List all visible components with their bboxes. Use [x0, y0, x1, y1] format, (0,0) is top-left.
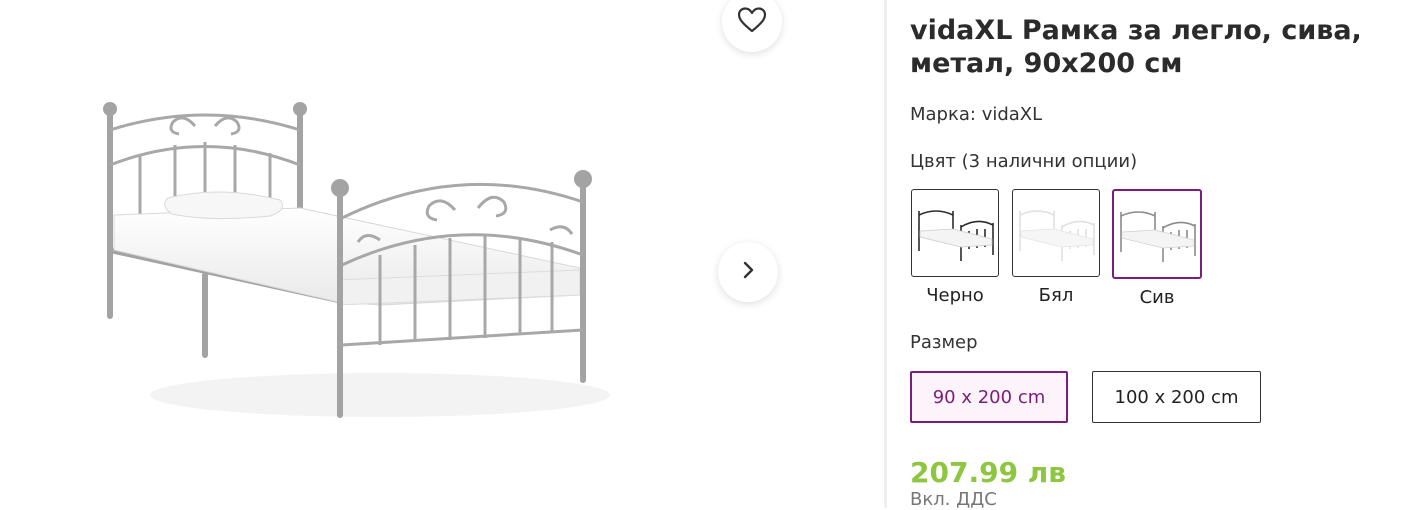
color-swatches: Черно Бял Сив [910, 189, 1202, 308]
product-gallery [0, 0, 884, 508]
size-heading: Размер [910, 332, 978, 353]
brand-link[interactable]: vidaXL [982, 104, 1042, 125]
color-thumbnail[interactable] [1012, 189, 1100, 277]
next-image-button[interactable] [718, 242, 778, 302]
product-image[interactable] [80, 90, 620, 430]
brand-label: Марка: [910, 104, 976, 125]
color-label: Сив [1139, 287, 1175, 308]
vat-note: Вкл. ДДС [910, 489, 997, 510]
bed-thumbnail-image [1120, 211, 1196, 262]
brand-row: Марка: vidaXL [910, 104, 1042, 125]
panel-divider [884, 0, 887, 508]
chevron-right-icon [741, 260, 755, 284]
color-thumbnail[interactable] [911, 189, 999, 277]
bed-thumbnail-image [1019, 210, 1095, 261]
product-title: vidaXL Рамка за легло, сива, метал, 90x2… [910, 15, 1362, 79]
size-option-100x200[interactable]: 100 x 200 cm [1092, 371, 1261, 423]
color-option-gray[interactable]: Сив [1112, 189, 1202, 308]
bed-thumbnail-image [918, 210, 994, 261]
color-label: Черно [926, 285, 984, 306]
favorite-button[interactable] [722, 0, 782, 52]
heart-icon [737, 7, 767, 37]
size-options: 90 x 200 cm 100 x 200 cm [910, 371, 1261, 423]
product-price: 207.99 лв [910, 456, 1067, 489]
color-option-white[interactable]: Бял [1011, 189, 1101, 308]
color-heading: Цвят (3 налични опции) [910, 151, 1138, 172]
color-thumbnail[interactable] [1112, 189, 1202, 279]
color-label: Бял [1038, 285, 1074, 306]
size-option-90x200[interactable]: 90 x 200 cm [910, 371, 1068, 423]
color-option-black[interactable]: Черно [910, 189, 1000, 308]
